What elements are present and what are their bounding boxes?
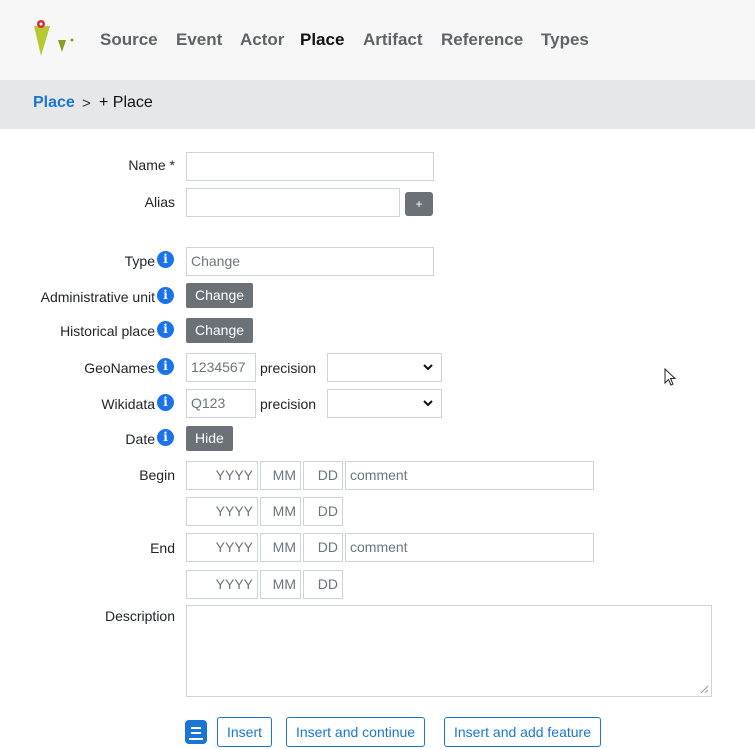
- chevron-down-icon: [423, 364, 433, 371]
- end-day-input[interactable]: DD: [303, 533, 343, 562]
- begin-year2-input[interactable]: YYYY: [186, 497, 258, 526]
- alias-input[interactable]: [186, 188, 400, 217]
- nav-actor[interactable]: Actor: [240, 30, 284, 50]
- wikidata-label: Wikidata: [101, 396, 155, 412]
- date-info-icon[interactable]: i: [157, 429, 174, 446]
- type-label: Type: [124, 253, 155, 269]
- nav-types[interactable]: Types: [541, 30, 589, 50]
- breadcrumb-separator: >: [82, 95, 91, 112]
- nav-source[interactable]: Source: [100, 30, 158, 50]
- geonames-label: GeoNames: [84, 360, 155, 376]
- geonames-precision-label: precision: [260, 360, 317, 376]
- breadcrumb-place-link[interactable]: Place: [33, 94, 75, 112]
- end-label: End: [150, 540, 175, 556]
- resize-handle-icon[interactable]: [700, 685, 709, 694]
- begin-label: Begin: [139, 467, 175, 483]
- save-icon[interactable]: [185, 720, 207, 744]
- geonames-info-icon[interactable]: i: [157, 358, 174, 375]
- alias-label: Alias: [144, 194, 175, 210]
- historical-place-label: Historical place: [60, 323, 155, 339]
- breadcrumb-current: + Place: [99, 94, 153, 111]
- begin-comment-input[interactable]: comment: [345, 461, 594, 490]
- begin-day2-input[interactable]: DD: [303, 497, 343, 526]
- wikidata-precision-label: precision: [260, 396, 317, 412]
- historical-place-info-icon[interactable]: i: [157, 321, 174, 338]
- nav-reference[interactable]: Reference: [441, 30, 523, 50]
- date-label: Date: [125, 431, 155, 447]
- date-hide-button[interactable]: Hide: [186, 426, 233, 451]
- type-info-icon[interactable]: i: [157, 251, 174, 268]
- add-alias-button[interactable]: +: [405, 192, 433, 216]
- end-month2-input[interactable]: MM: [260, 570, 301, 599]
- insert-and-continue-button[interactable]: Insert and continue: [286, 717, 426, 747]
- historical-place-change-button[interactable]: Change: [186, 318, 254, 343]
- insert-and-add-feature-button[interactable]: Insert and add feature: [444, 717, 601, 747]
- administrative-unit-change-button[interactable]: Change: [186, 283, 254, 308]
- mouse-cursor-icon: [664, 368, 677, 386]
- breadcrumb: Place > + Place: [0, 80, 755, 129]
- end-comment-input[interactable]: comment: [345, 533, 594, 562]
- end-year2-input[interactable]: YYYY: [186, 570, 258, 599]
- description-textarea[interactable]: [186, 605, 712, 697]
- insert-button[interactable]: Insert: [217, 717, 273, 747]
- nav-artifact[interactable]: Artifact: [363, 30, 423, 50]
- app-logo[interactable]: [30, 18, 78, 58]
- geonames-precision-select[interactable]: [327, 353, 442, 382]
- nav-event[interactable]: Event: [176, 30, 222, 50]
- administrative-unit-label: Administrative unit: [40, 289, 155, 305]
- wikidata-input[interactable]: Q123: [186, 389, 256, 418]
- begin-month-input[interactable]: MM: [260, 461, 301, 490]
- nav-place[interactable]: Place: [300, 30, 344, 50]
- begin-day-input[interactable]: DD: [303, 461, 343, 490]
- geonames-input[interactable]: 1234567: [186, 353, 256, 382]
- wikidata-precision-select[interactable]: [327, 389, 442, 418]
- wikidata-info-icon[interactable]: i: [157, 394, 174, 411]
- end-year-input[interactable]: YYYY: [186, 533, 258, 562]
- top-navbar: Source Event Actor Place Artifact Refere…: [0, 0, 755, 80]
- begin-month2-input[interactable]: MM: [260, 497, 301, 526]
- chevron-down-icon: [423, 400, 433, 407]
- type-input[interactable]: Change: [186, 247, 434, 276]
- name-input[interactable]: [186, 152, 434, 181]
- name-label: Name *: [128, 157, 175, 173]
- end-day2-input[interactable]: DD: [303, 570, 343, 599]
- begin-year-input[interactable]: YYYY: [186, 461, 258, 490]
- description-label: Description: [104, 608, 175, 624]
- administrative-unit-info-icon[interactable]: i: [157, 287, 174, 304]
- end-month-input[interactable]: MM: [260, 533, 301, 562]
